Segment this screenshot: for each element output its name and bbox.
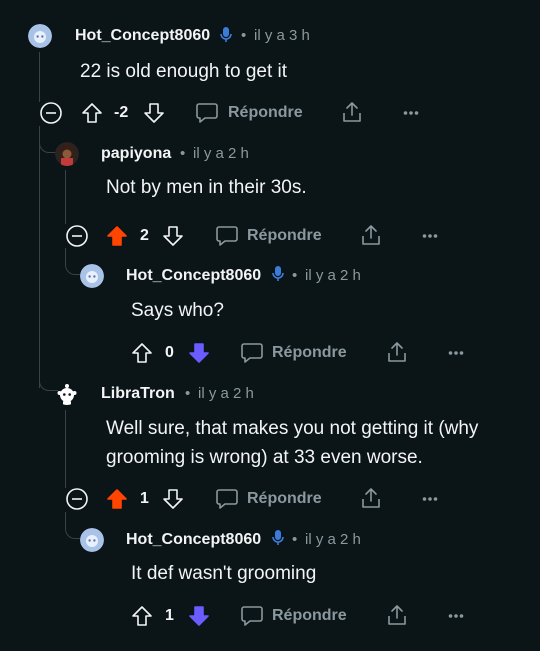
reply-icon[interactable] (195, 102, 219, 124)
comment-body-line: Well sure, that makes you not getting it… (106, 418, 479, 439)
avatar[interactable] (28, 24, 52, 48)
vote-count: 1 (165, 607, 174, 624)
comment-username[interactable]: Hot_Concept8060 (75, 27, 210, 45)
downvote-icon-active[interactable] (188, 342, 210, 364)
comment-username[interactable]: Hot_Concept8060 (126, 531, 261, 549)
microphone-icon (220, 26, 232, 44)
vote-count: 1 (140, 490, 149, 507)
vote-count: 0 (165, 344, 174, 361)
reply-button[interactable]: Répondre (228, 104, 303, 122)
comment-dot-separator: • (292, 267, 298, 284)
more-options-icon[interactable] (422, 496, 438, 502)
comment-timestamp: il y a 2 h (198, 385, 254, 402)
comment-dot-separator: • (180, 145, 186, 162)
comment-timestamp: il y a 2 h (305, 267, 361, 284)
comment-dot-separator: • (241, 27, 247, 44)
upvote-icon[interactable] (131, 605, 153, 627)
more-options-icon[interactable] (422, 233, 438, 239)
thread-line-root-lower (39, 126, 40, 388)
thread-line-papiyona (65, 170, 66, 224)
reply-button[interactable]: Répondre (247, 227, 322, 245)
reply-button[interactable]: Répondre (272, 344, 347, 362)
thread-line-root (39, 52, 40, 102)
downvote-icon[interactable] (162, 225, 184, 247)
avatar[interactable] (55, 381, 79, 405)
avatar[interactable] (80, 264, 104, 288)
comment-body: Says who? (131, 300, 224, 321)
vote-count: -2 (114, 104, 129, 121)
share-icon[interactable] (386, 603, 408, 627)
comment-username[interactable]: LibraTron (101, 385, 175, 403)
vote-count: 2 (140, 227, 149, 244)
share-icon[interactable] (386, 340, 408, 364)
comment-timestamp: il y a 2 h (305, 531, 361, 548)
collapse-icon[interactable] (40, 102, 62, 124)
comment-body: Not by men in their 30s. (106, 177, 307, 198)
microphone-icon (272, 265, 284, 283)
reply-icon[interactable] (240, 342, 264, 364)
downvote-icon-active[interactable] (188, 605, 210, 627)
downvote-icon[interactable] (162, 488, 184, 510)
comment-dot-separator: • (185, 385, 191, 402)
avatar[interactable] (55, 142, 79, 166)
comment-body: 22 is old enough to get it (80, 61, 288, 82)
downvote-icon[interactable] (143, 102, 165, 124)
avatar[interactable] (80, 528, 104, 552)
upvote-icon[interactable] (131, 342, 153, 364)
share-icon[interactable] (360, 223, 382, 247)
collapse-icon[interactable] (66, 488, 88, 510)
comment-dot-separator: • (292, 531, 298, 548)
reply-button[interactable]: Répondre (247, 490, 322, 508)
reply-icon[interactable] (240, 605, 264, 627)
more-options-icon[interactable] (448, 350, 464, 356)
more-options-icon[interactable] (448, 613, 464, 619)
share-icon[interactable] (341, 100, 363, 124)
reply-icon[interactable] (215, 225, 239, 247)
comment-username[interactable]: Hot_Concept8060 (126, 267, 261, 285)
comment-username[interactable]: papiyona (101, 145, 171, 163)
upvote-icon[interactable] (81, 102, 103, 124)
comment-body-line: grooming is wrong) at 33 even worse. (106, 447, 423, 468)
microphone-icon (272, 529, 284, 547)
comment-timestamp: il y a 2 h (193, 145, 249, 162)
collapse-icon[interactable] (66, 225, 88, 247)
share-icon[interactable] (360, 486, 382, 510)
comment-body: It def wasn't grooming (131, 563, 317, 584)
reply-icon[interactable] (215, 488, 239, 510)
upvote-icon-active[interactable] (106, 488, 128, 510)
comment-timestamp: il y a 3 h (254, 27, 310, 44)
more-options-icon[interactable] (403, 110, 419, 116)
upvote-icon-active[interactable] (106, 225, 128, 247)
reply-button[interactable]: Répondre (272, 607, 347, 625)
thread-line-libratron (65, 410, 66, 488)
